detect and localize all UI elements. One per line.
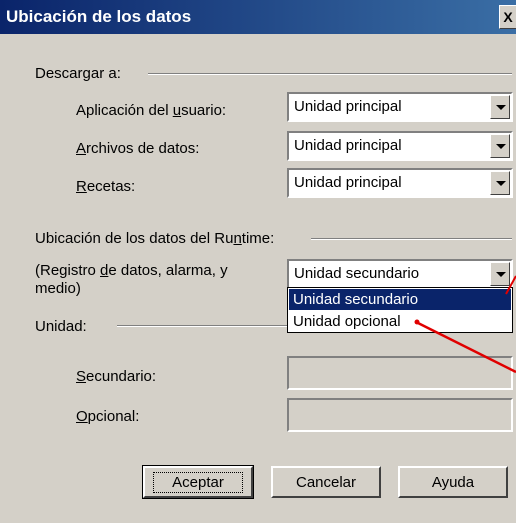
download-divider [148, 73, 512, 75]
data-files-dropdown[interactable]: Unidad principal [287, 131, 513, 161]
window-title: Ubicación de los datos [6, 7, 192, 26]
download-section-label: Descargar a: [35, 65, 121, 82]
secondary-label: Secundario: [76, 368, 157, 385]
chevron-down-icon[interactable] [490, 95, 510, 119]
runtime-desc-line2: medio) [35, 280, 81, 297]
runtime-dropdown[interactable]: Unidad secundario [287, 259, 513, 289]
optional-label: Opcional: [76, 408, 140, 425]
runtime-value: Unidad secundario [294, 265, 420, 282]
close-button[interactable]: X [499, 5, 516, 29]
title-bar: Ubicación de los datos X [0, 0, 516, 34]
secondary-path-field [287, 356, 513, 390]
user-app-value: Unidad principal [294, 98, 402, 115]
chevron-down-icon[interactable] [490, 134, 510, 158]
runtime-section-label: Ubicación de los datos del Runtime: [35, 230, 275, 247]
recipes-dropdown[interactable]: Unidad principal [287, 168, 513, 198]
runtime-divider [311, 238, 512, 240]
help-button[interactable]: Ayuda [398, 466, 508, 498]
user-app-label: Aplicación del usuario: [76, 102, 227, 119]
recipes-value: Unidad principal [294, 174, 402, 191]
chevron-down-icon[interactable] [490, 171, 510, 195]
unit-divider [117, 325, 287, 327]
runtime-dropdown-list[interactable]: Unidad secundario Unidad opcional [287, 287, 513, 333]
cancel-button[interactable]: Cancelar [271, 466, 381, 498]
option-unidad-secundario[interactable]: Unidad secundario [289, 289, 511, 310]
data-files-value: Unidad principal [294, 137, 402, 154]
data-files-label: Archivos de datos: [76, 140, 200, 157]
unit-section-label: Unidad: [35, 318, 87, 335]
optional-path-field [287, 398, 513, 432]
runtime-desc-line1: (Registro de datos, alarma, y [35, 262, 228, 279]
user-app-dropdown[interactable]: Unidad principal [287, 92, 513, 122]
option-unidad-opcional[interactable]: Unidad opcional [289, 311, 511, 332]
chevron-down-icon[interactable] [490, 262, 510, 286]
ok-button[interactable]: Aceptar [142, 465, 254, 499]
recipes-label: Recetas: [76, 178, 136, 195]
